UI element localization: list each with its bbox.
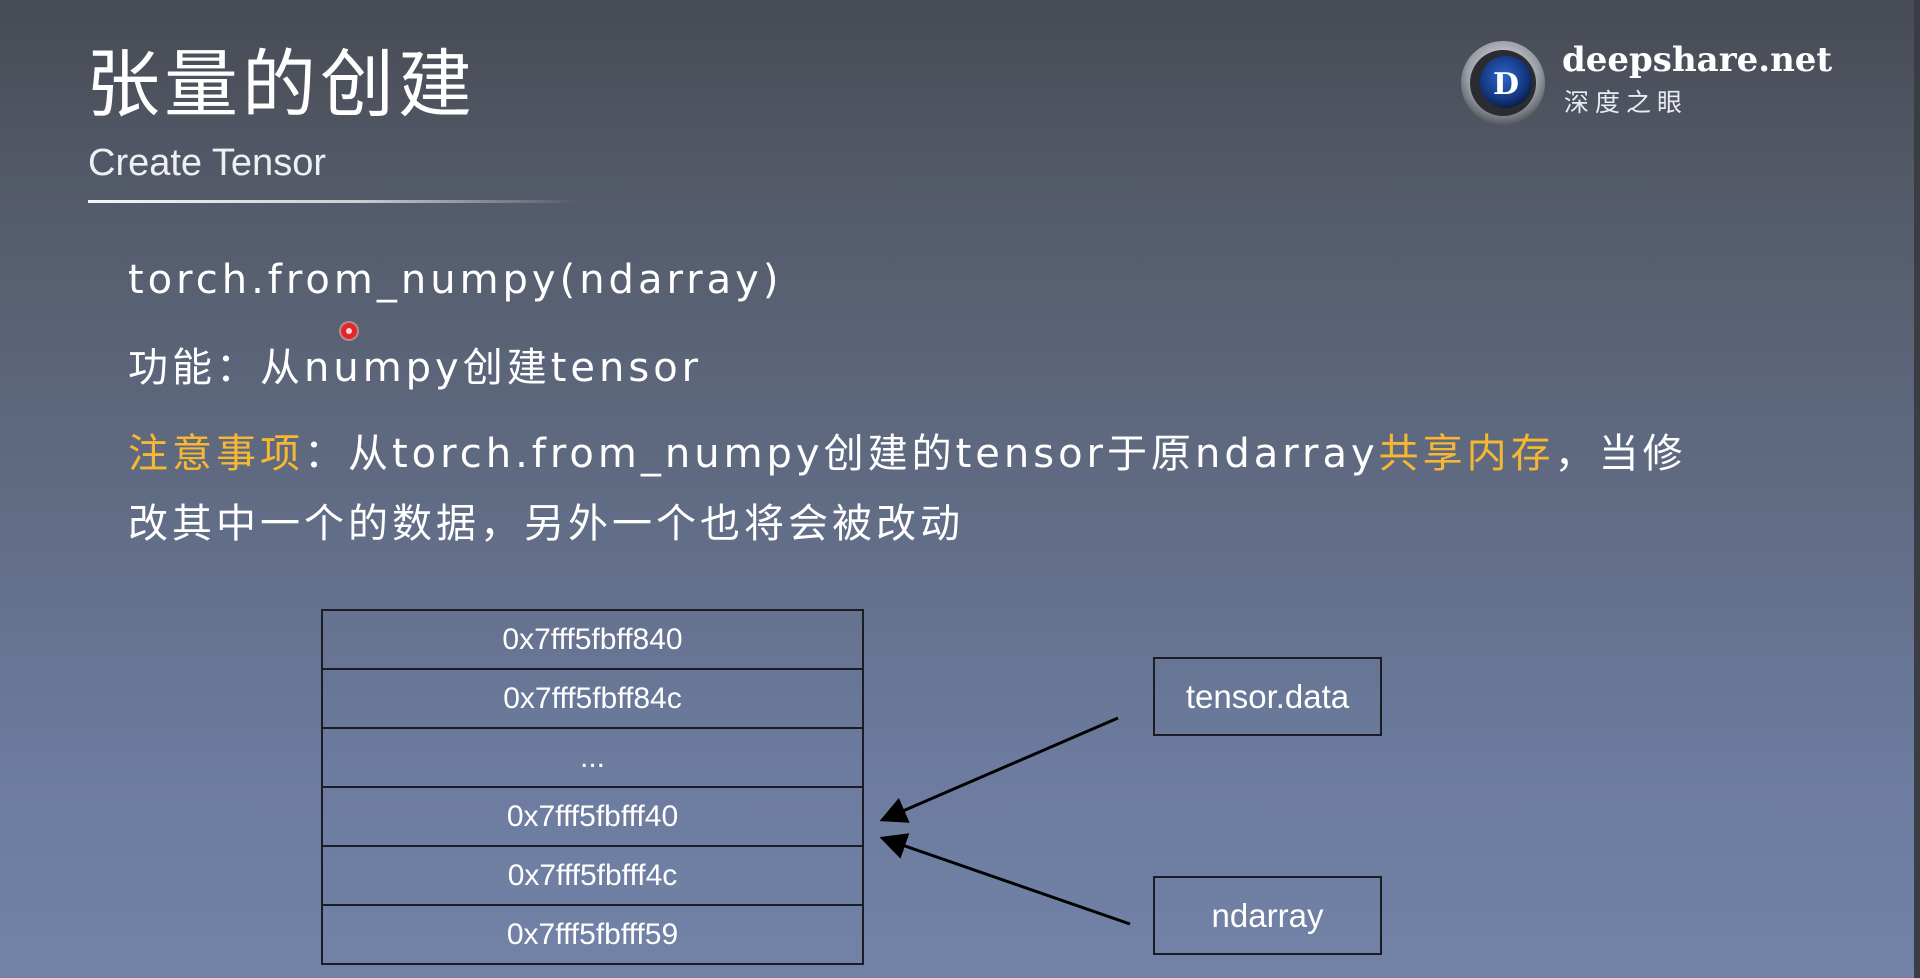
screen-edge [1914,0,1920,978]
tensor-arrow [879,716,1119,823]
slide: 张量的创建 Create Tensor D deepshare.net 深度之眼… [0,0,1920,978]
pointer-arrows [879,716,1131,926]
laser-pointer-dot [341,323,357,339]
ndarray-arrow [879,833,1131,926]
